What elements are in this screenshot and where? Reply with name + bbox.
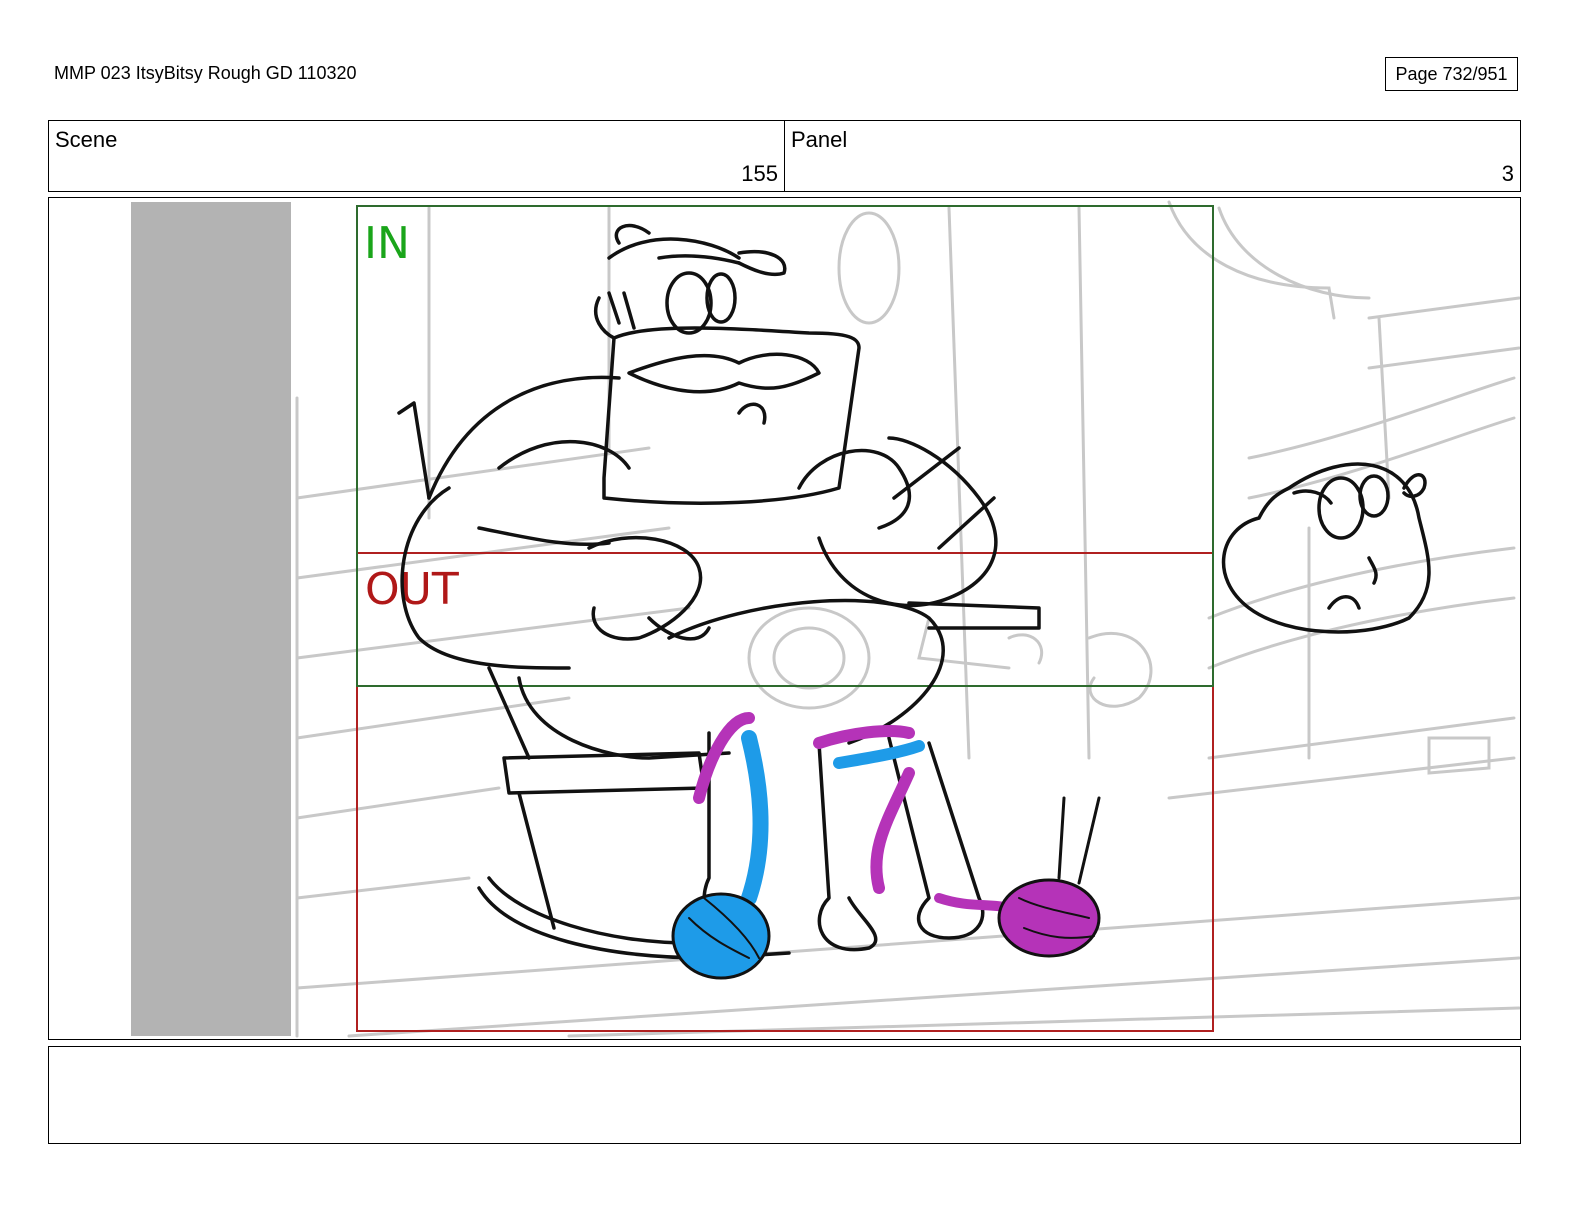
storyboard-drawing: IN OUT	[131, 200, 1520, 1038]
document-title: MMP 023 ItsyBitsy Rough GD 110320	[54, 63, 357, 83]
character-sketch-old-man	[397, 223, 1041, 960]
storyboard-frame: IN OUT	[48, 197, 1521, 1040]
scene-cell: Scene 155	[49, 121, 785, 191]
scene-label: Scene	[55, 127, 118, 152]
gray-mask-strip	[131, 202, 291, 1036]
scene-panel-info-row: Scene 155 Panel 3	[48, 120, 1521, 192]
notes-box	[48, 1046, 1521, 1144]
page-number-box: Page 732/951	[1385, 57, 1518, 91]
out-frame-box	[356, 552, 1214, 1032]
yarn-balls	[671, 712, 1101, 980]
in-marker-label: IN	[364, 218, 410, 269]
panel-label: Panel	[791, 127, 848, 152]
panel-number: 3	[1501, 161, 1514, 186]
out-marker-label: OUT	[365, 564, 459, 615]
scene-number: 155	[741, 161, 778, 186]
background-sketch	[295, 200, 1520, 1038]
panel-cell: Panel 3	[785, 121, 1520, 191]
character-sketch-bug	[1221, 462, 1431, 634]
